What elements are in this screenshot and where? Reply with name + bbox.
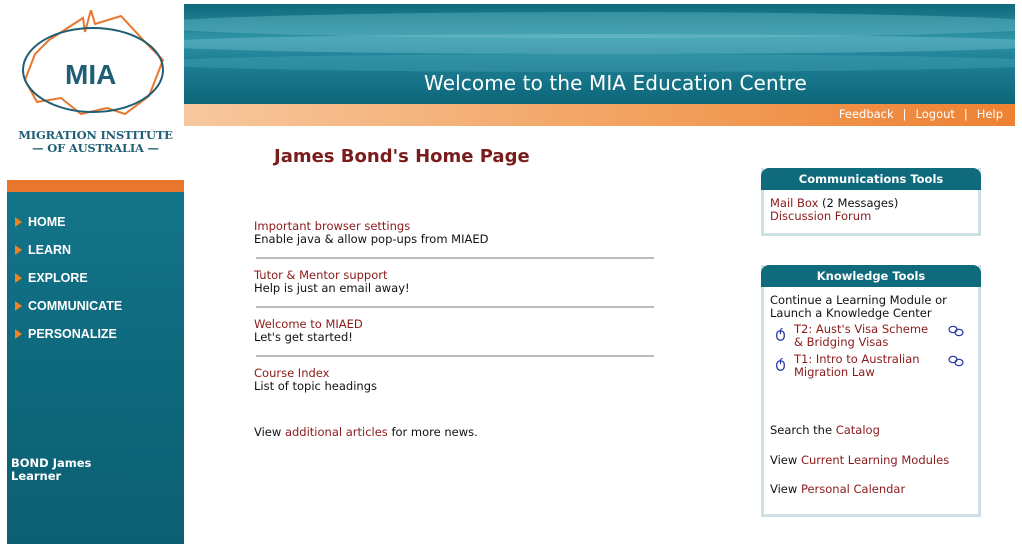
banner-title: Welcome to the MIA Education Centre bbox=[424, 71, 807, 95]
nav-item-home[interactable]: HOME bbox=[15, 208, 122, 236]
logout-link[interactable]: Logout bbox=[916, 107, 955, 121]
article-desc: Enable java & allow pop-ups from MIAED bbox=[254, 232, 489, 246]
nav-item-learn[interactable]: LEARN bbox=[15, 236, 122, 264]
more-news-suffix: for more news. bbox=[387, 425, 478, 439]
nav-item-label: COMMUNICATE bbox=[28, 299, 123, 313]
mouse-icon bbox=[776, 358, 785, 371]
top-links: Feedback | Logout | Help bbox=[839, 107, 1003, 121]
search-prefix: Search the bbox=[770, 423, 836, 437]
triangle-right-icon bbox=[15, 217, 22, 227]
triangle-right-icon bbox=[15, 329, 22, 339]
personal-calendar-row: View Personal Calendar bbox=[770, 483, 905, 496]
current-modules-row: View Current Learning Modules bbox=[770, 454, 949, 467]
discussion-forum-link[interactable]: Discussion Forum bbox=[770, 209, 871, 223]
mailbox-count: (2 Messages) bbox=[818, 196, 899, 210]
article-desc: List of topic headings bbox=[254, 379, 378, 393]
article-item: Welcome to MIAED Let's get started! bbox=[254, 318, 654, 344]
org-name: MIGRATION INSTITUTE — OF AUSTRALIA — bbox=[7, 129, 184, 155]
module-item: T1: Intro to Australian Migration Law bbox=[770, 353, 972, 380]
header-banner: Welcome to the MIA Education Centre bbox=[184, 4, 1015, 104]
org-name-line2: — OF AUSTRALIA — bbox=[32, 141, 159, 155]
more-news: View additional articles for more news. bbox=[254, 425, 478, 439]
logo-area: MIA MIGRATION INSTITUTE — OF AUSTRALIA — bbox=[7, 4, 184, 180]
help-link[interactable]: Help bbox=[977, 107, 1003, 121]
user-role: Learner bbox=[11, 469, 62, 483]
main-nav: HOME LEARN EXPLORE COMMUNICATE PERSONALI… bbox=[15, 208, 122, 348]
communications-tools-panel: Communications Tools Mail Box (2 Message… bbox=[761, 168, 981, 236]
article-item: Important browser settings Enable java &… bbox=[254, 220, 654, 246]
chain-link-icon[interactable] bbox=[948, 325, 964, 337]
search-catalog-row: Search the Catalog bbox=[770, 424, 880, 437]
current-learning-modules-link[interactable]: Current Learning Modules bbox=[801, 453, 949, 467]
knowledge-tools-panel: Knowledge Tools Continue a Learning Modu… bbox=[761, 265, 981, 517]
top-link-bar: Feedback | Logout | Help bbox=[184, 104, 1015, 126]
module-link[interactable]: T1: Intro to Australian Migration Law bbox=[794, 353, 972, 379]
module-title-line2: Migration Law bbox=[794, 365, 875, 379]
nav-item-label: LEARN bbox=[28, 243, 72, 257]
additional-articles-link[interactable]: additional articles bbox=[285, 425, 388, 439]
knowledge-intro-line2: Launch a Knowledge Center bbox=[770, 306, 932, 320]
panel-title: Knowledge Tools bbox=[761, 265, 981, 287]
triangle-right-icon bbox=[15, 273, 22, 283]
nav-item-label: PERSONALIZE bbox=[28, 327, 117, 341]
triangle-right-icon bbox=[15, 245, 22, 255]
logo-text: MIA bbox=[65, 59, 116, 90]
chain-link-icon[interactable] bbox=[948, 355, 964, 367]
module-link[interactable]: T2: Aust's Visa Scheme & Bridging Visas bbox=[794, 323, 972, 349]
current-prefix: View bbox=[770, 453, 801, 467]
triangle-right-icon bbox=[15, 301, 22, 311]
banner-wave bbox=[184, 34, 1015, 54]
left-orange-stripe bbox=[7, 180, 184, 192]
nav-item-label: HOME bbox=[28, 215, 66, 229]
nav-item-communicate[interactable]: COMMUNICATE bbox=[15, 292, 122, 320]
more-news-prefix: View bbox=[254, 425, 285, 439]
page-title: James Bond's Home Page bbox=[274, 146, 530, 167]
divider bbox=[256, 257, 654, 259]
panel-body: Mail Box (2 Messages) Discussion Forum bbox=[764, 190, 978, 230]
panel-title: Communications Tools bbox=[761, 168, 981, 190]
banner-wave bbox=[184, 54, 1015, 72]
feedback-link[interactable]: Feedback bbox=[839, 107, 894, 121]
panel-body: Continue a Learning Module or Launch a K… bbox=[764, 287, 978, 496]
module-item: T2: Aust's Visa Scheme & Bridging Visas bbox=[770, 323, 972, 350]
nav-item-label: EXPLORE bbox=[28, 271, 88, 285]
separator: | bbox=[963, 107, 968, 121]
personal-calendar-link[interactable]: Personal Calendar bbox=[801, 482, 905, 496]
user-info: BOND James Learner bbox=[11, 457, 91, 483]
article-desc: Let's get started! bbox=[254, 330, 353, 344]
calendar-prefix: View bbox=[770, 482, 801, 496]
mouse-icon bbox=[776, 328, 785, 341]
module-title-line2: & Bridging Visas bbox=[794, 335, 889, 349]
sidebar: HOME LEARN EXPLORE COMMUNICATE PERSONALI… bbox=[7, 192, 184, 544]
divider bbox=[256, 355, 654, 357]
separator: | bbox=[902, 107, 907, 121]
nav-item-explore[interactable]: EXPLORE bbox=[15, 264, 122, 292]
mia-logo: MIA bbox=[22, 10, 165, 116]
divider bbox=[256, 306, 654, 308]
catalog-link[interactable]: Catalog bbox=[836, 423, 880, 437]
nav-item-personalize[interactable]: PERSONALIZE bbox=[15, 320, 122, 348]
article-desc: Help is just an email away! bbox=[254, 281, 410, 295]
article-item: Course Index List of topic headings bbox=[254, 367, 654, 393]
article-item: Tutor & Mentor support Help is just an e… bbox=[254, 269, 654, 295]
mailbox-link[interactable]: Mail Box bbox=[770, 196, 818, 210]
